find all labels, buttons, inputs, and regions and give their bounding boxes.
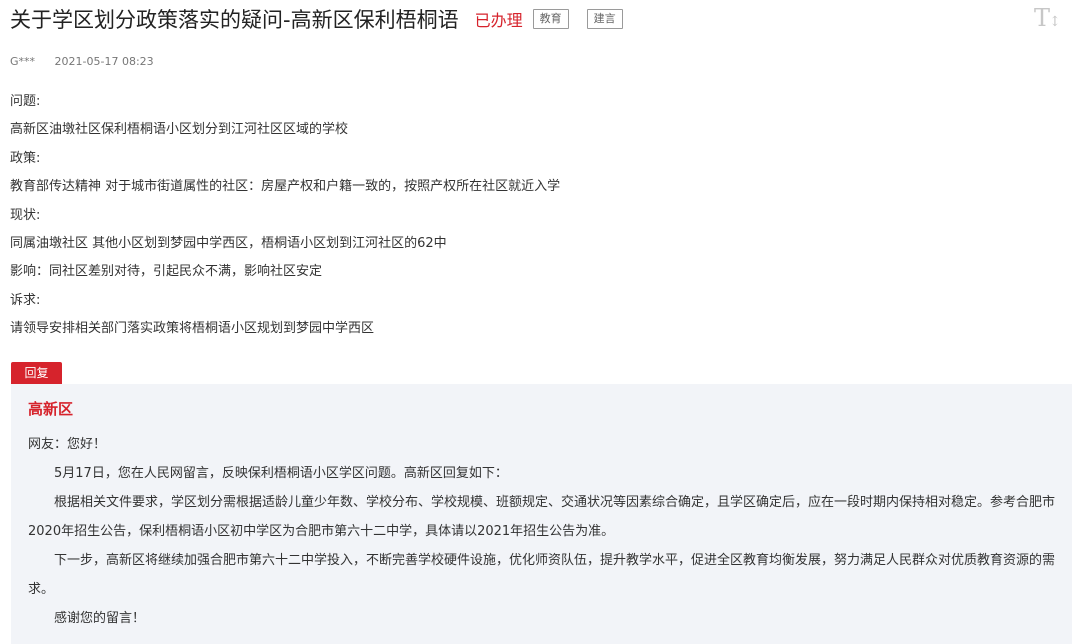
reply-department: 高新区	[28, 400, 74, 418]
content-line: 问题:	[10, 94, 41, 109]
content-line: 高新区油墩社区保利梧桐语小区划分到江河社区区域的学校	[10, 122, 349, 138]
reply-label: 回复	[11, 362, 62, 384]
content-line: 政策:	[10, 150, 41, 166]
tag-education[interactable]: 教育	[532, 9, 569, 29]
font-size-icon[interactable]: T ↕	[1034, 2, 1062, 30]
status-badge: 已办理	[474, 11, 523, 30]
reply-box: 高新区 网友：您好！ 5月17日，您在人民网留言，反映保利梧桐语小区学区问题。高…	[11, 384, 1072, 644]
content-line: 教育部传达精神 对于城市街道属性的社区：房屋产权和户籍一致的，按照产权所在社区就…	[10, 179, 561, 195]
post-meta: G*** 2021-05-17 08:23	[10, 55, 154, 68]
content-line: 同属油墩社区 其他小区划到梦园中学西区，梧桐语小区划到江河社区的62中	[10, 235, 447, 251]
content-line: 请领导安排相关部门落实政策将梧桐语小区规划到梦园中学西区	[10, 321, 375, 337]
title-row: 关于学区划分政策落实的疑问-高新区保利梧桐语 已办理 教育 建言	[10, 4, 623, 34]
reply-body: 网友：您好！ 5月17日，您在人民网留言，反映保利梧桐语小区学区问题。高新区回复…	[28, 430, 1058, 633]
content-line: 诉求:	[10, 292, 41, 308]
reply-paragraph: 下一步，高新区将继续加强合肥市第六十二中学投入，不断完善学校硬件设施，优化师资队…	[28, 553, 1056, 597]
content-line: 影响：同社区差别对待，引起民众不满，影响社区安定	[10, 264, 323, 280]
post-time: 2021-05-17 08:23	[54, 55, 154, 68]
page-title: 关于学区划分政策落实的疑问-高新区保利梧桐语	[10, 8, 459, 32]
tag-suggestion[interactable]: 建言	[586, 9, 623, 29]
reply-greeting: 网友：您好！	[28, 437, 107, 452]
reply-paragraph: 感谢您的留言！	[54, 611, 146, 626]
author-name: G***	[10, 55, 36, 68]
content-line: 现状:	[10, 207, 41, 223]
reply-paragraph: 5月17日，您在人民网留言，反映保利梧桐语小区学区问题。高新区回复如下：	[54, 466, 508, 481]
message-content: 问题: 高新区油墩社区保利梧桐语小区划分到江河社区区域的学校 政策: 教育部传达…	[10, 88, 1010, 344]
reply-paragraph: 根据相关文件要求，学区划分需根据适龄儿童少年数、学校分布、学校规模、班额规定、交…	[28, 495, 1056, 539]
